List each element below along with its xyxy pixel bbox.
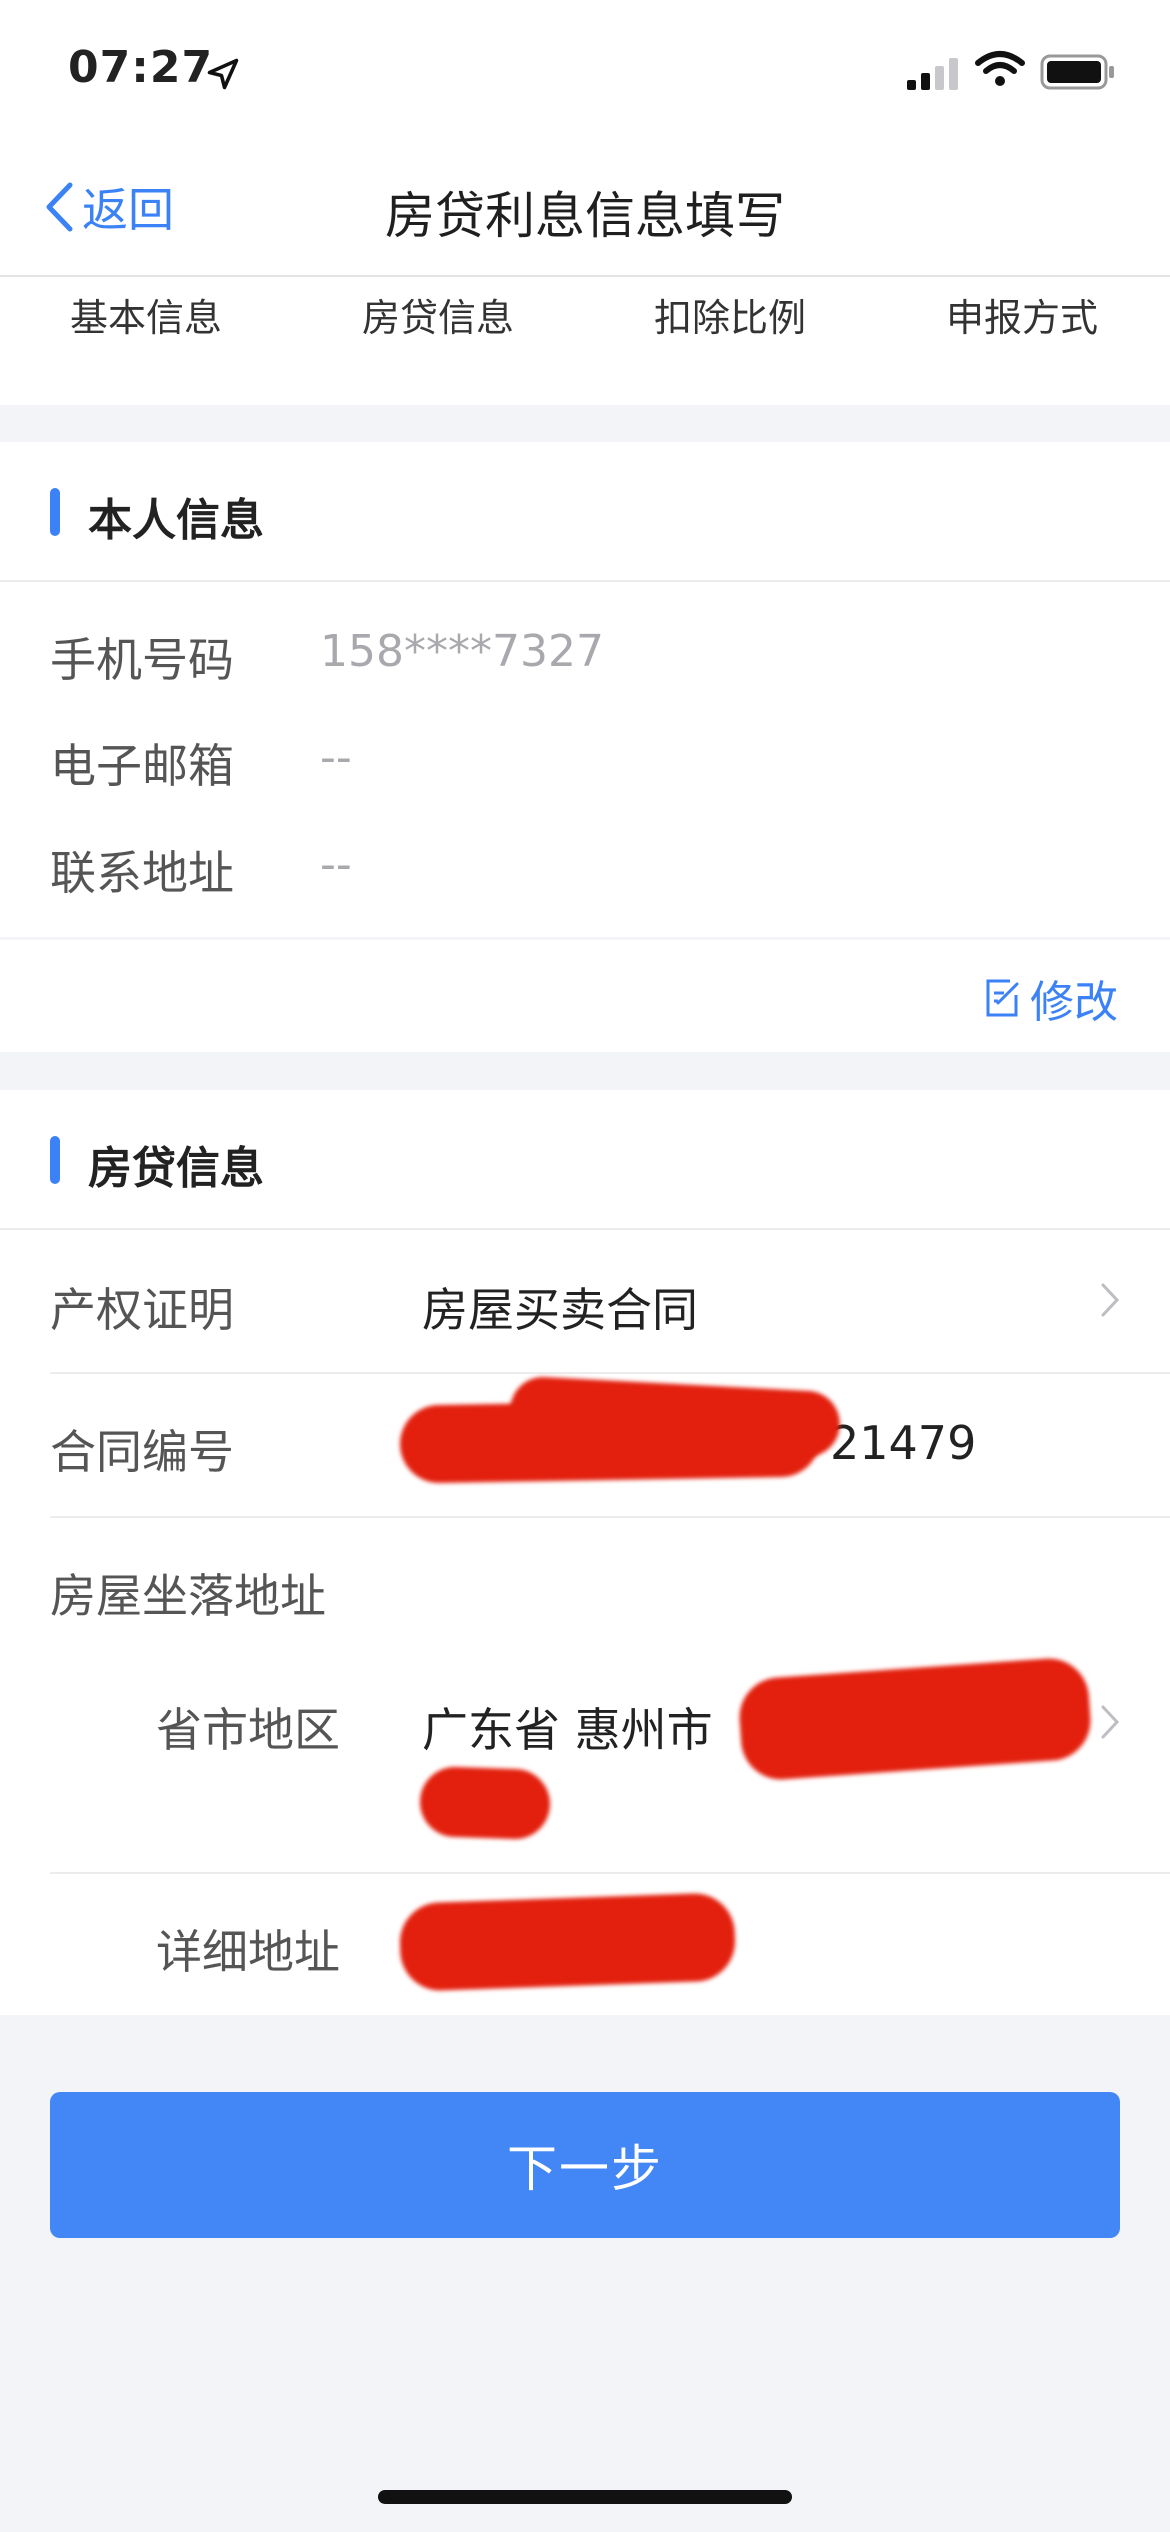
phone-value: 158****7327 [320, 626, 604, 677]
contract-number-value: 21479 [830, 1416, 977, 1470]
address-heading-row: 房屋坐落地址 [50, 1518, 1170, 1658]
section-accent-bar [50, 1136, 60, 1184]
property-proof-value: 房屋买卖合同 [422, 1283, 698, 1337]
contract-number-row[interactable]: 合同编号 21479 [50, 1374, 1170, 1518]
status-time: 07:27 [68, 42, 214, 93]
location-arrow-icon [207, 58, 239, 90]
section-title: 本人信息 [88, 495, 264, 546]
step-declaration-method: 申报方式 [945, 296, 1098, 340]
property-proof-label: 产权证明 [50, 1283, 234, 1337]
email-label: 电子邮箱 [50, 739, 234, 793]
region-label: 省市地区 [156, 1703, 340, 1757]
phone-row: 手机号码 158****7327 [50, 614, 1130, 694]
address-label: 联系地址 [50, 846, 234, 900]
section-accent-bar [50, 488, 60, 536]
detail-address-label: 详细地址 [156, 1925, 340, 1979]
email-value: -- [320, 732, 352, 783]
edit-icon [986, 979, 1019, 1017]
next-step-button[interactable]: 下一步 [50, 2092, 1120, 2238]
personal-info-card: 本人信息 手机号码 158****7327 电子邮箱 -- 联系地址 -- [0, 442, 1170, 937]
loan-info-header: 房贷信息 [0, 1090, 1170, 1230]
redaction-mark [418, 1765, 552, 1841]
step-basic-info: 基本信息 [69, 296, 222, 340]
address-row: 联系地址 -- [50, 827, 1130, 907]
page-title: 房贷利息信息填写 [385, 187, 785, 245]
edit-label: 修改 [1030, 977, 1118, 1028]
chevron-right-icon [1101, 1283, 1120, 1317]
chevron-right-icon [1101, 1705, 1120, 1739]
wifi-icon [975, 51, 1025, 86]
region-value: 广东省 惠州市 [422, 1703, 713, 1757]
cellular-signal-icon [907, 58, 958, 90]
address-value: -- [320, 839, 352, 890]
region-row[interactable]: 省市地区 广东省 惠州市 [50, 1650, 1170, 1874]
step-deduction-ratio: 扣除比例 [653, 296, 806, 340]
redaction-mark [736, 1655, 1094, 1783]
email-row: 电子邮箱 -- [50, 720, 1130, 800]
property-proof-row[interactable]: 产权证明 房屋买卖合同 [50, 1230, 1170, 1374]
address-heading: 房屋坐落地址 [50, 1569, 326, 1623]
edit-button[interactable]: 修改 [984, 966, 1118, 1030]
contract-number-label: 合同编号 [50, 1425, 234, 1479]
detail-address-row[interactable]: 详细地址 [50, 1874, 1170, 2014]
battery-icon [1040, 54, 1114, 90]
loan-info-card: 房贷信息 产权证明 房屋买卖合同 合同编号 21479 房屋坐落地址 省市地区 … [0, 1090, 1170, 2015]
section-title: 房贷信息 [88, 1143, 264, 1194]
edit-row: 修改 [0, 940, 1170, 1052]
home-indicator[interactable] [378, 2490, 792, 2504]
navigation-bar: 返回 房贷利息信息填写 [0, 140, 1170, 277]
step-loan-info: 房贷信息 [361, 296, 514, 340]
redaction-mark [398, 1892, 737, 1992]
step-tabs: 基本信息 房贷信息 扣除比例 申报方式 [0, 277, 1170, 405]
personal-info-header: 本人信息 [0, 442, 1170, 582]
phone-label: 手机号码 [50, 633, 234, 687]
status-bar: 07:27 [0, 0, 1170, 140]
